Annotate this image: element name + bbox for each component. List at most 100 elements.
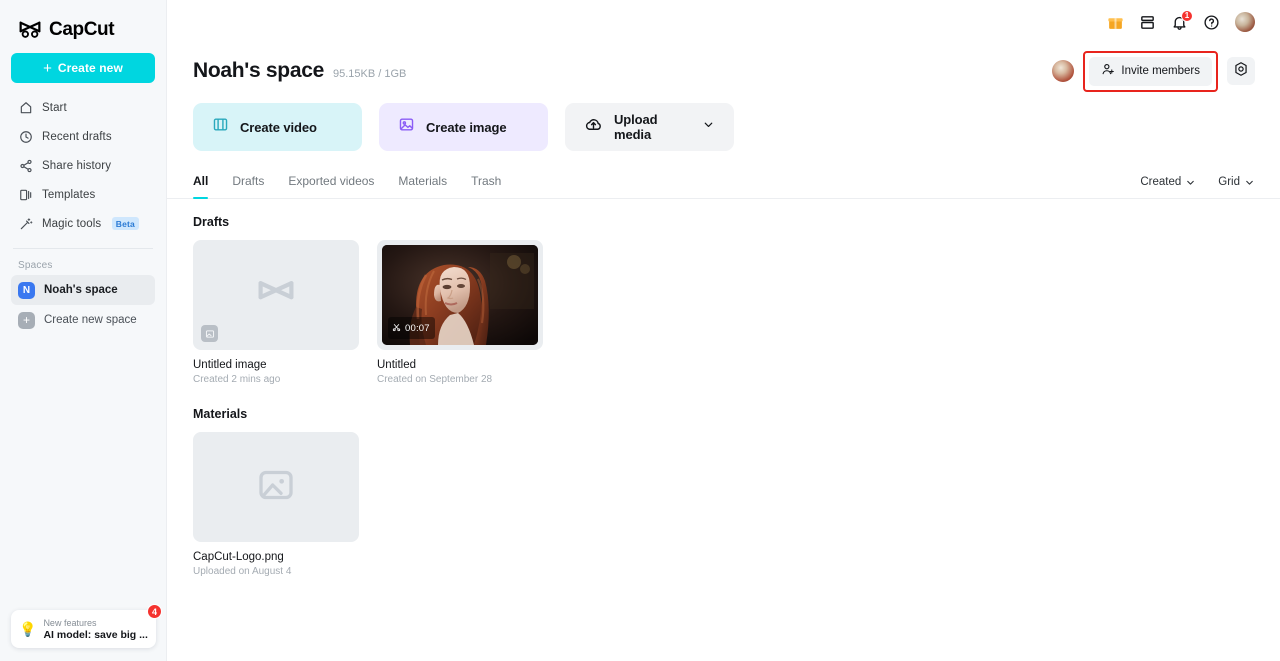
sidebar-item-label: Share history: [42, 159, 112, 172]
card-subtitle: Created on September 28: [377, 374, 493, 385]
invite-members-highlight-wrapper: Invite members: [1083, 50, 1218, 92]
invite-members-button[interactable]: Invite members: [1089, 56, 1212, 86]
sidebar-nav: Start Recent drafts Share history Templa…: [0, 93, 166, 238]
promo-eyebrow: New features: [43, 617, 97, 628]
invite-members-label: Invite members: [1121, 65, 1200, 77]
sidebar-item-magic-tools[interactable]: Magic tools Beta: [11, 209, 155, 238]
bell-icon[interactable]: 1: [1171, 9, 1193, 31]
drafts-section: Drafts Untitled image Created 2 mins ago…: [193, 215, 1254, 385]
notification-badge: 1: [1181, 9, 1193, 22]
lightbulb-icon: 💡: [19, 621, 37, 637]
material-card-capcut-logo[interactable]: CapCut-Logo.png Uploaded on August 4: [193, 432, 359, 577]
chevron-down-icon[interactable]: [702, 118, 715, 136]
sidebar-item-create-new-space[interactable]: + Create new space: [11, 305, 155, 335]
sidebar-item-label: Recent drafts: [42, 130, 112, 143]
plus-icon: +: [43, 59, 52, 77]
top-bar: 1: [167, 0, 1280, 44]
card-thumbnail[interactable]: [193, 240, 359, 350]
sidebar-item-label: Templates: [42, 188, 96, 201]
home-icon: [18, 100, 33, 115]
app-logo[interactable]: CapCut: [0, 0, 166, 44]
sidebar-item-noahs-space[interactable]: N Noah's space: [11, 275, 155, 305]
user-avatar[interactable]: [1235, 12, 1255, 32]
templates-icon: [18, 187, 33, 202]
video-preview: 00:07: [382, 245, 538, 345]
tab-all[interactable]: All: [193, 174, 209, 199]
app-logo-text: CapCut: [49, 18, 115, 40]
sidebar-item-share-history[interactable]: Share history: [11, 151, 155, 180]
create-image-card[interactable]: Create image: [379, 103, 548, 151]
sidebar-item-label: Magic tools: [42, 217, 102, 230]
spaces-caption: Spaces: [18, 260, 53, 271]
clock-icon: [18, 129, 33, 144]
promo-banner[interactable]: 💡 New features AI model: save big ... 4: [11, 604, 162, 648]
card-thumbnail[interactable]: [193, 432, 359, 542]
image-icon: [398, 116, 415, 138]
help-icon[interactable]: [1203, 14, 1220, 31]
tab-drafts[interactable]: Drafts: [232, 174, 264, 198]
sidebar-item-recent-drafts[interactable]: Recent drafts: [11, 122, 155, 151]
create-video-label: Create video: [240, 119, 317, 135]
sort-dropdown-label: Created: [1140, 176, 1182, 188]
archive-icon[interactable]: [1139, 14, 1156, 31]
share-icon: [18, 158, 33, 173]
view-mode-label: Grid: [1218, 176, 1240, 188]
scissors-icon: [392, 319, 401, 337]
content-area: Drafts Untitled image Created 2 mins ago…: [167, 199, 1280, 577]
card-subtitle: Uploaded on August 4: [193, 566, 292, 577]
quick-actions: Create video Create image Upload media: [167, 90, 1280, 151]
member-avatar[interactable]: [1052, 60, 1075, 82]
section-title: Drafts: [193, 215, 230, 229]
add-person-icon: [1101, 62, 1115, 81]
capcut-logo-icon: [18, 21, 42, 38]
create-new-button[interactable]: + Create new: [11, 53, 155, 83]
card-thumbnail[interactable]: 00:07: [377, 240, 543, 350]
duration-badge: 00:07: [388, 317, 435, 339]
create-video-card[interactable]: Create video: [193, 103, 362, 151]
space-initial-badge: N: [18, 281, 35, 299]
tab-materials[interactable]: Materials: [398, 174, 447, 198]
settings-button[interactable]: [1227, 57, 1255, 85]
create-image-label: Create image: [426, 119, 507, 135]
drafts-grid: Untitled image Created 2 mins ago 00:07 …: [193, 240, 1254, 385]
workspace-header: Noah's space 95.15KB / 1GB Invite member…: [167, 44, 1280, 92]
upload-media-card[interactable]: Upload media: [565, 103, 734, 151]
section-title: Materials: [193, 407, 248, 421]
capcut-workspace: CapCut + Create new Start Recent drafts …: [0, 0, 1280, 661]
materials-grid: CapCut-Logo.png Uploaded on August 4: [193, 432, 1254, 577]
chevron-down-icon: [1246, 180, 1253, 185]
draft-card-untitled-image[interactable]: Untitled image Created 2 mins ago: [193, 240, 359, 385]
create-new-label: Create new: [57, 61, 123, 75]
sidebar-item-templates[interactable]: Templates: [11, 180, 155, 209]
view-mode-dropdown[interactable]: Grid: [1218, 176, 1255, 188]
sidebar: CapCut + Create new Start Recent drafts …: [0, 0, 167, 661]
tab-exported-videos[interactable]: Exported videos: [288, 174, 374, 198]
gift-icon[interactable]: [1107, 14, 1124, 31]
storage-usage: 95.15KB / 1GB: [332, 68, 407, 80]
content-tabs: All Drafts Exported videos Materials Tra…: [167, 151, 1280, 199]
promo-badge-count: 4: [147, 604, 162, 619]
main-content: 1 Noah's space 95.15KB / 1GB Invite memb…: [167, 0, 1280, 661]
promo-title: AI model: save big ...: [43, 628, 148, 641]
sidebar-item-label: Start: [42, 101, 67, 114]
page-title: Noah's space: [193, 59, 324, 82]
sort-dropdown[interactable]: Created: [1140, 176, 1196, 188]
card-subtitle: Created 2 mins ago: [193, 374, 281, 385]
gear-icon: [1233, 61, 1249, 82]
card-title: Untitled: [377, 359, 416, 371]
draft-card-untitled-video[interactable]: 00:07 Untitled Created on September 28: [377, 240, 543, 385]
card-title: CapCut-Logo.png: [193, 551, 284, 563]
card-title: Untitled image: [193, 359, 267, 371]
plus-icon: +: [18, 311, 35, 329]
capcut-placeholder-logo-icon: [256, 279, 296, 312]
space-label: Create new space: [44, 314, 137, 326]
chevron-down-icon: [1187, 180, 1195, 185]
cloud-upload-icon: [584, 115, 603, 139]
upload-media-label: Upload media: [614, 112, 658, 142]
tab-trash[interactable]: Trash: [471, 174, 501, 198]
beta-badge: Beta: [112, 217, 139, 230]
image-placeholder-icon: [256, 465, 296, 510]
sidebar-item-start[interactable]: Start: [11, 93, 155, 122]
materials-section: Materials CapCut-Logo.png Uploaded on Au…: [193, 407, 1254, 577]
film-icon: [212, 116, 229, 138]
